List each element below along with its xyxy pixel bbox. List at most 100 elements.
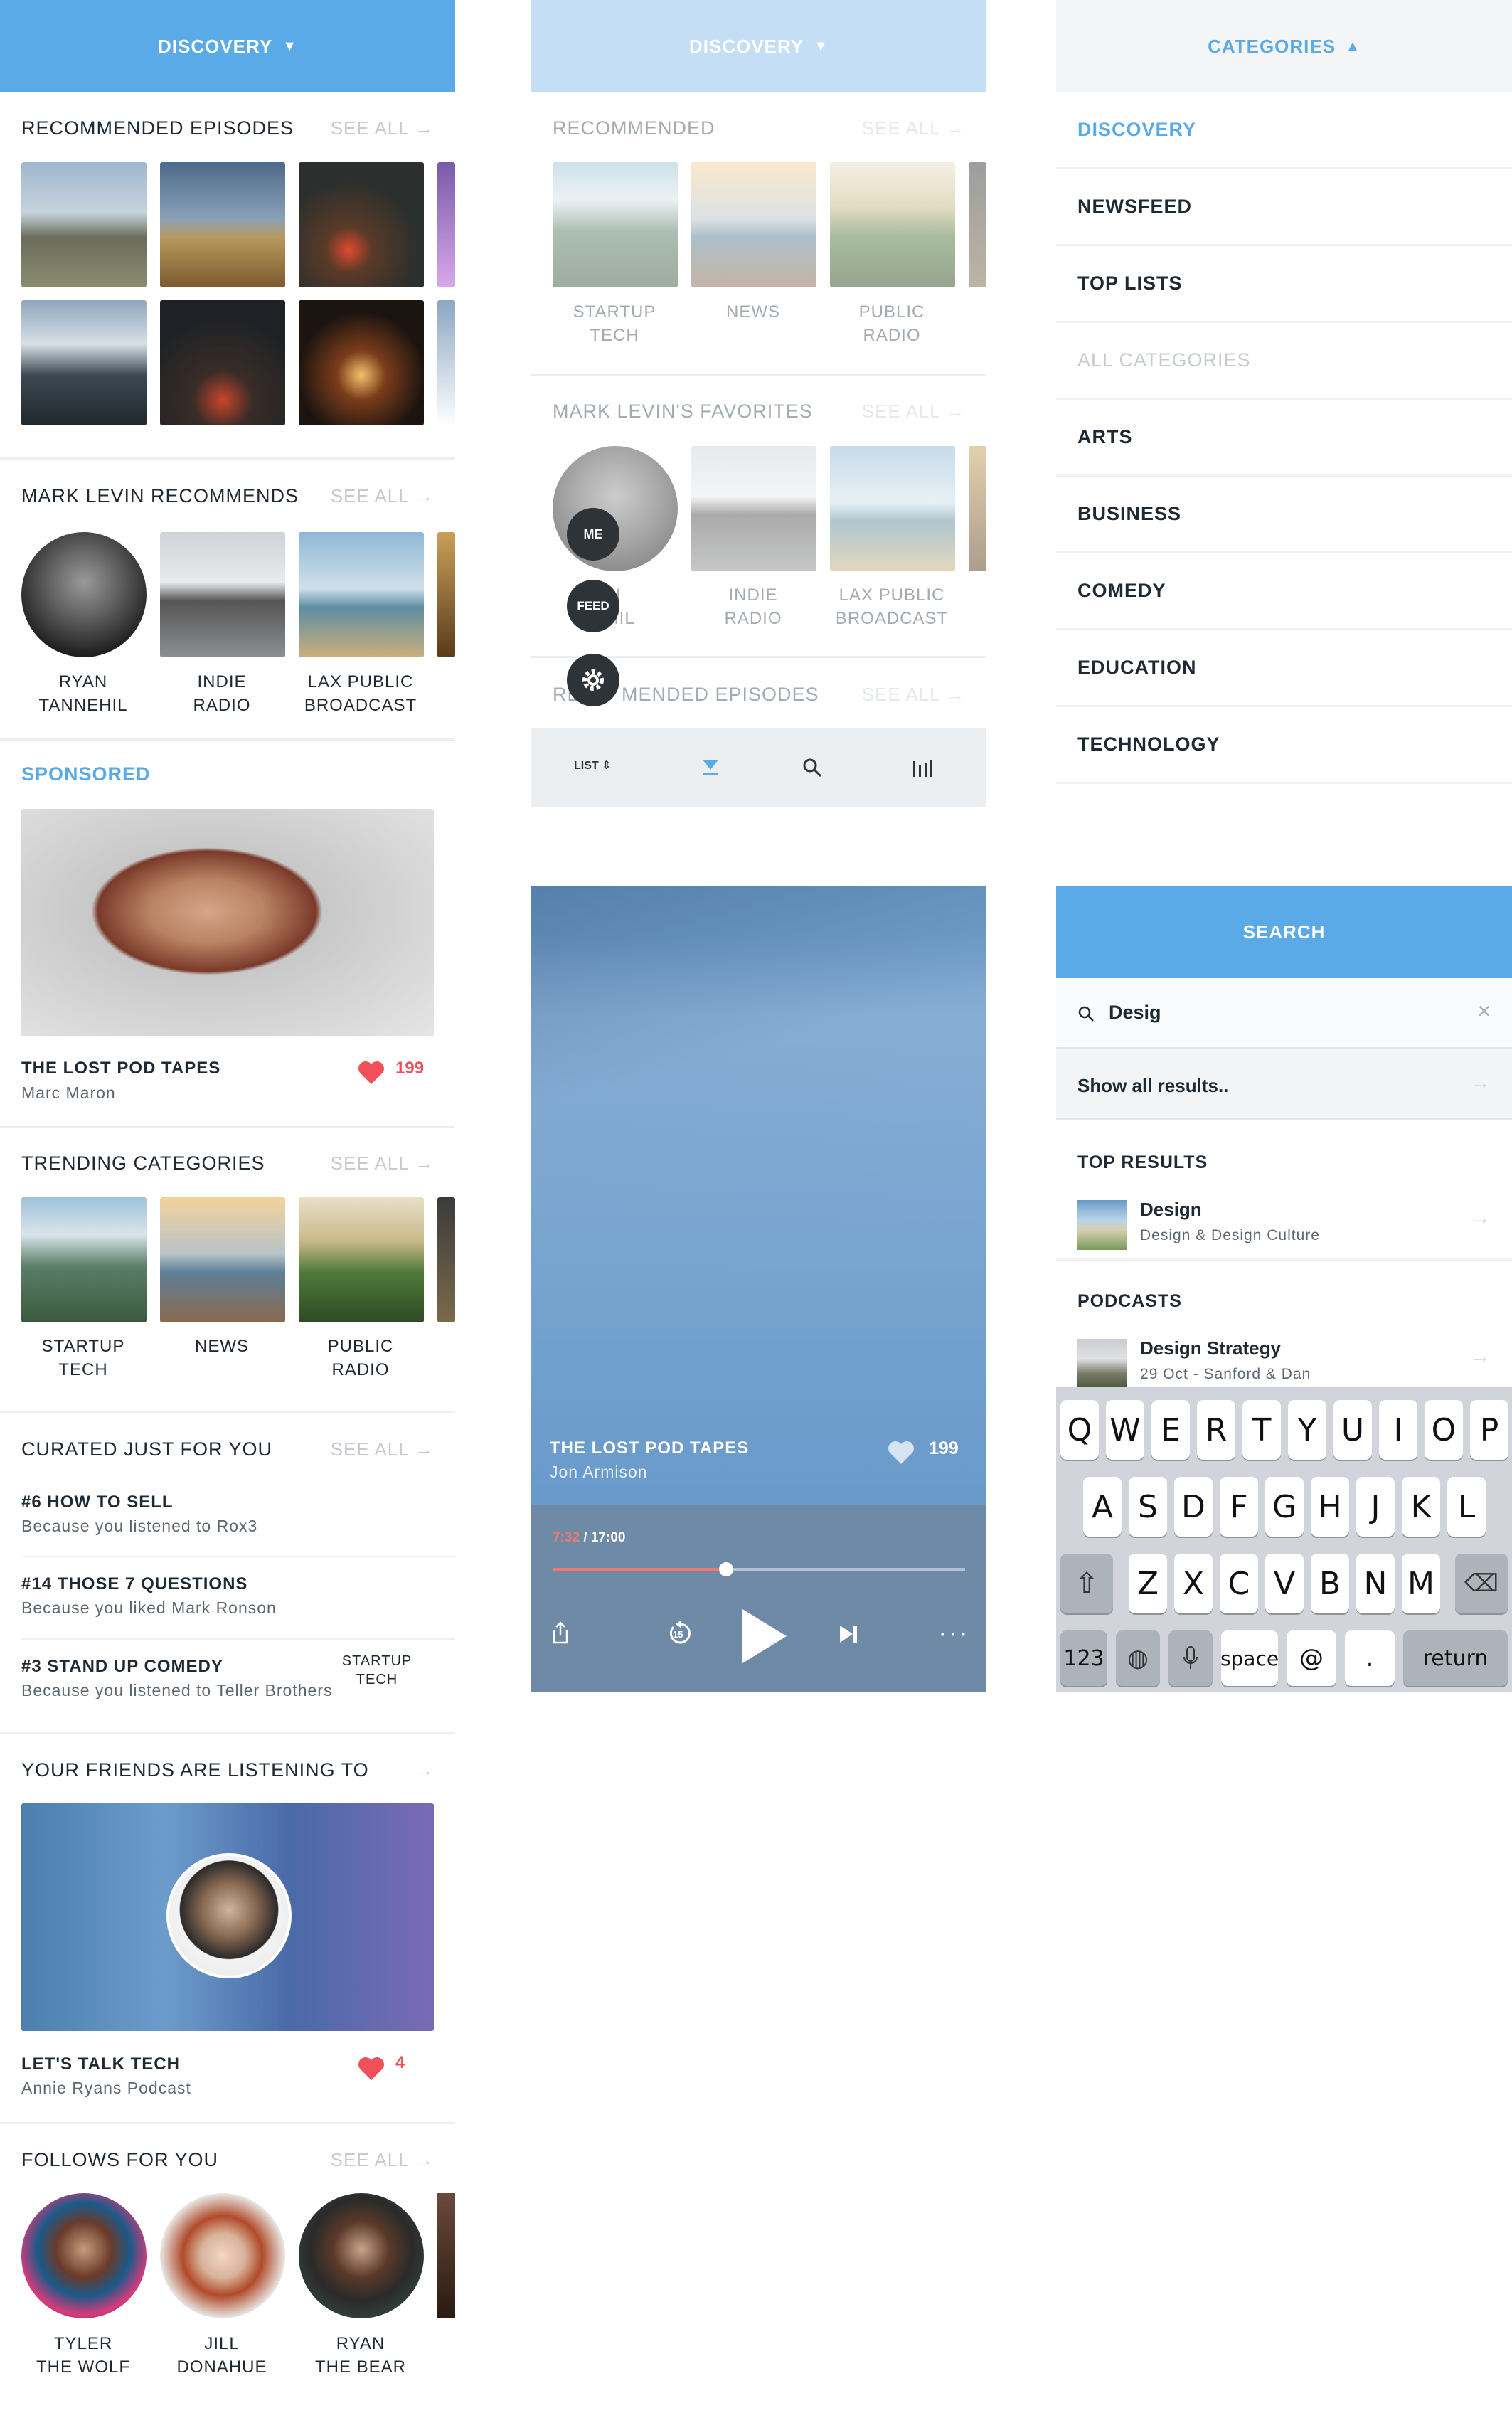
discovery-header[interactable]: DISCOVERY ▼ — [0, 0, 455, 92]
category-thumb[interactable] — [437, 1197, 455, 1322]
station-thumb[interactable] — [437, 532, 455, 657]
search-bar[interactable]: Desig × — [1056, 978, 1512, 1049]
key-q[interactable]: Q — [1060, 1400, 1099, 1460]
avatar[interactable] — [437, 2193, 455, 2318]
episode-thumb[interactable] — [437, 162, 455, 287]
share-icon[interactable] — [551, 1621, 570, 1644]
key-y[interactable]: Y — [1288, 1400, 1326, 1460]
search-input[interactable]: Desig — [1109, 1002, 1161, 1024]
avatar[interactable] — [160, 2193, 285, 2318]
key-v[interactable]: V — [1265, 1554, 1304, 1613]
key-o[interactable]: O — [1425, 1400, 1463, 1460]
curated-item-title[interactable]: #14 THOSE 7 QUESTIONS — [21, 1574, 247, 1594]
episode-thumb[interactable] — [437, 300, 455, 425]
see-all-link[interactable]: SEE ALL → — [862, 684, 965, 706]
show-all-results[interactable]: Show all results.. → — [1056, 1049, 1512, 1120]
heart-icon[interactable] — [357, 1060, 385, 1086]
category-education[interactable]: EDUCATION — [1056, 630, 1512, 707]
key-w[interactable]: W — [1106, 1400, 1144, 1460]
shift-key[interactable]: ⇧ — [1060, 1554, 1113, 1613]
fab-settings-button[interactable] — [567, 654, 619, 706]
category-thumb[interactable] — [830, 162, 955, 287]
curated-item-title[interactable]: #6 HOW TO SELL — [21, 1492, 174, 1512]
tab-list[interactable]: LIST ⇕ — [574, 758, 612, 773]
category-technology[interactable]: TECHNOLOGY — [1056, 707, 1512, 784]
episode-thumb[interactable] — [299, 300, 424, 425]
key-i[interactable]: I — [1379, 1400, 1417, 1460]
space-key[interactable]: space — [1220, 1630, 1279, 1686]
category-comedy[interactable]: COMEDY — [1056, 553, 1512, 630]
progress-knob[interactable] — [718, 1562, 733, 1576]
key-g[interactable]: G — [1265, 1477, 1304, 1537]
category-arts[interactable]: ARTS — [1056, 400, 1512, 477]
key-r[interactable]: R — [1197, 1400, 1235, 1460]
key-f[interactable]: F — [1220, 1477, 1258, 1537]
key-s[interactable]: S — [1129, 1477, 1167, 1537]
key-p[interactable]: P — [1470, 1400, 1508, 1460]
see-all-link[interactable]: SEE ALL → — [331, 117, 434, 139]
arrow-right-icon[interactable]: → — [415, 1759, 434, 1781]
mic-key[interactable] — [1168, 1630, 1213, 1686]
see-all-link[interactable]: SEE ALL → — [331, 485, 434, 507]
episode-thumb[interactable] — [160, 300, 285, 425]
key-l[interactable]: L — [1447, 1477, 1486, 1537]
category-thumb[interactable] — [299, 1197, 424, 1322]
avatar[interactable] — [553, 446, 678, 571]
see-all-link[interactable]: SEE ALL → — [331, 1438, 434, 1460]
friends-image[interactable] — [21, 1803, 434, 2031]
key-j[interactable]: J — [1356, 1477, 1395, 1537]
close-icon[interactable]: × — [1477, 998, 1491, 1024]
category-business[interactable]: BUSINESS — [1056, 477, 1512, 553]
key-x[interactable]: X — [1174, 1554, 1213, 1613]
friend-avatar[interactable] — [166, 1853, 292, 1978]
category-discovery[interactable]: DISCOVERY — [1056, 92, 1512, 169]
station-thumb[interactable] — [160, 532, 285, 657]
backspace-key[interactable]: ⌫ — [1455, 1554, 1508, 1613]
episode-thumb[interactable] — [21, 300, 147, 425]
key-e[interactable]: E — [1151, 1400, 1190, 1460]
category-thumb[interactable] — [969, 162, 986, 287]
see-all-link[interactable]: SEE ALL → — [331, 1152, 434, 1174]
station-thumb[interactable] — [830, 446, 955, 571]
key-m[interactable]: M — [1402, 1554, 1440, 1613]
heart-icon[interactable] — [887, 1440, 915, 1465]
equalizer-icon[interactable] — [912, 757, 935, 778]
avatar[interactable] — [21, 532, 147, 657]
key-u[interactable]: U — [1333, 1400, 1372, 1460]
category-newsfeed[interactable]: NEWSFEED — [1056, 169, 1512, 246]
categories-header[interactable]: CATEGORIES ▲ — [1056, 0, 1512, 92]
avatar[interactable] — [299, 2193, 424, 2318]
station-thumb[interactable] — [969, 446, 986, 571]
episode-thumb[interactable] — [160, 162, 285, 287]
podcast-title[interactable]: THE LOST POD TAPES — [21, 1059, 220, 1078]
episode-thumb[interactable] — [21, 162, 147, 287]
key-d[interactable]: D — [1174, 1477, 1213, 1537]
category-thumb[interactable] — [553, 162, 678, 287]
podcast-result-row[interactable]: Design Strategy 29 Oct - Sanford & Dan → — [1056, 1323, 1512, 1396]
key-c[interactable]: C — [1220, 1554, 1258, 1613]
episode-thumb[interactable] — [299, 162, 424, 287]
fab-feed-button[interactable]: FEED — [567, 580, 619, 632]
see-all-link[interactable]: SEE ALL → — [331, 2149, 434, 2171]
discovery-header[interactable]: DISCOVERY ▼ — [531, 0, 986, 92]
sponsored-image[interactable] — [21, 809, 434, 1036]
fab-me-button[interactable]: ME — [567, 508, 619, 561]
category-thumb[interactable] — [691, 162, 816, 287]
key-h[interactable]: H — [1311, 1477, 1349, 1537]
skip-forward-icon[interactable] — [838, 1624, 858, 1644]
key-t[interactable]: T — [1242, 1400, 1281, 1460]
station-thumb[interactable] — [691, 446, 816, 571]
globe-key[interactable]: ◍ — [1116, 1630, 1160, 1686]
at-key[interactable]: @ — [1287, 1630, 1336, 1686]
category-top-lists[interactable]: TOP LISTS — [1056, 246, 1512, 323]
curated-item-title[interactable]: #3 STAND UP COMEDY — [21, 1657, 223, 1677]
avatar[interactable] — [21, 2193, 147, 2318]
discovery-tab-icon[interactable] — [700, 757, 721, 778]
numbers-key[interactable]: 123 — [1060, 1630, 1107, 1686]
key-z[interactable]: Z — [1129, 1554, 1167, 1613]
play-icon[interactable] — [741, 1608, 788, 1665]
key-a[interactable]: A — [1083, 1477, 1122, 1537]
station-thumb[interactable] — [299, 532, 424, 657]
dot-key[interactable]: . — [1345, 1630, 1395, 1686]
category-thumb[interactable] — [21, 1197, 147, 1322]
